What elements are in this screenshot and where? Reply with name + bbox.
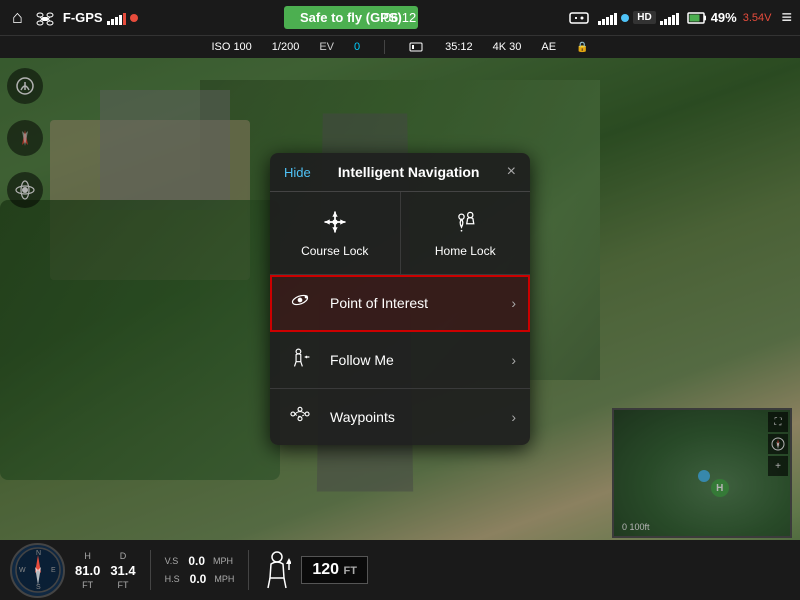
alt-unit: FT xyxy=(343,565,356,577)
resolution: 4K 30 xyxy=(493,41,522,53)
hs-unit: MPH xyxy=(214,574,234,584)
compass-display: N S E W xyxy=(10,543,65,598)
svg-text:N: N xyxy=(36,550,41,557)
svg-text:W: W xyxy=(19,567,26,574)
distance-display: D 31.4 FT xyxy=(110,551,135,590)
poi-chevron: › xyxy=(511,295,516,311)
home-button[interactable]: ⌂ xyxy=(8,5,27,30)
waypoints-label: Waypoints xyxy=(330,409,497,425)
bottom-hud-bar: N S E W H 81.0 FT D 31.4 FT V.S 0.0 MPH … xyxy=(0,540,800,600)
storage-time: 35:12 xyxy=(445,41,473,53)
battery-percent: 49% xyxy=(711,10,737,25)
h-value: 81.0 xyxy=(75,563,100,578)
top-hud-bar: ⌂ F-GPS xyxy=(0,0,800,58)
alt-value: 120 xyxy=(312,561,339,578)
hs-value: 0.0 xyxy=(190,572,207,586)
rc-signal-bars xyxy=(598,11,617,25)
course-lock-label: Course Lock xyxy=(301,244,368,258)
follow-me-icon xyxy=(284,346,316,374)
intelligent-nav-modal: Hide Intelligent Navigation × Course Loc… xyxy=(270,153,530,445)
follow-me-label: Follow Me xyxy=(330,352,497,368)
vs-row: V.S 0.0 MPH xyxy=(165,554,235,568)
signal-dot-cyan xyxy=(621,14,629,22)
modal-overlay: Hide Intelligent Navigation × Course Loc… xyxy=(0,58,800,540)
compass-svg: N S E W xyxy=(13,545,63,595)
hd-badge: HD xyxy=(633,11,655,24)
iso-value: ISO 100 xyxy=(211,41,251,53)
battery-voltage: 3.54V xyxy=(743,12,772,24)
drone-icon xyxy=(35,10,55,26)
waypoints-chevron: › xyxy=(511,409,516,425)
course-lock-button[interactable]: Course Lock xyxy=(270,192,401,274)
poi-label: Point of Interest xyxy=(330,295,497,311)
modal-top-grid: Course Lock Home Lock xyxy=(270,192,530,275)
modal-hide-button[interactable]: Hide xyxy=(284,165,311,180)
signal-bars xyxy=(107,11,126,25)
vs-unit: MPH xyxy=(213,556,233,566)
rc-button[interactable] xyxy=(564,8,594,28)
svg-text:S: S xyxy=(36,584,41,591)
follow-me-chevron: › xyxy=(511,352,516,368)
gps-label: F-GPS xyxy=(63,10,103,25)
h-label: H xyxy=(84,551,91,561)
course-lock-icon xyxy=(321,208,349,236)
hd-signal-bars xyxy=(660,11,679,25)
person-altitude-icon xyxy=(263,550,291,590)
shutter-value: 1/200 xyxy=(272,41,300,53)
rc-icon xyxy=(568,10,590,26)
lock-icon: 🔒 xyxy=(576,42,588,53)
ev-label: EV xyxy=(319,41,334,53)
hs-row: H.S 0.0 MPH xyxy=(165,572,235,586)
modal-close-button[interactable]: × xyxy=(507,163,516,181)
svg-text:E: E xyxy=(51,567,56,574)
speed-display: V.S 0.0 MPH H.S 0.0 MPH xyxy=(165,554,235,586)
menu-icon[interactable]: ≡ xyxy=(781,7,792,28)
modal-title: Intelligent Navigation xyxy=(319,164,499,180)
top-bar-row2: ISO 100 1/200 EV 0 35:12 4K 30 AE 🔒 xyxy=(0,35,800,58)
poi-icon xyxy=(284,289,316,317)
home-icon: ⌂ xyxy=(12,7,23,28)
waypoints-button[interactable]: Waypoints › xyxy=(270,389,530,445)
d-label: D xyxy=(120,551,127,561)
flight-timer: 06:12 xyxy=(384,10,417,25)
waypoints-icon xyxy=(284,403,316,431)
modal-header: Hide Intelligent Navigation × xyxy=(270,153,530,192)
point-of-interest-button[interactable]: Point of Interest › xyxy=(270,275,530,332)
divider-2 xyxy=(248,550,249,590)
h-unit: FT xyxy=(82,580,93,590)
divider-1 xyxy=(150,550,151,590)
home-lock-button[interactable]: Home Lock xyxy=(401,192,531,274)
d-value: 31.4 xyxy=(110,563,135,578)
ev-value: 0 xyxy=(354,41,360,53)
d-unit: FT xyxy=(117,580,128,590)
hs-label: H.S xyxy=(165,574,180,584)
height-display: H 81.0 FT xyxy=(75,551,100,590)
ae-label: AE xyxy=(541,41,556,53)
follow-me-button[interactable]: Follow Me › xyxy=(270,332,530,389)
vs-label: V.S xyxy=(165,556,179,566)
battery-icon xyxy=(687,11,707,25)
storage-icon xyxy=(409,41,423,53)
vs-value: 0.0 xyxy=(188,554,205,568)
signal-dot-red xyxy=(130,14,138,22)
altitude-display: 120 FT xyxy=(301,556,368,584)
home-lock-icon xyxy=(451,208,479,236)
drone-button[interactable] xyxy=(31,8,59,28)
home-lock-label: Home Lock xyxy=(435,244,496,258)
